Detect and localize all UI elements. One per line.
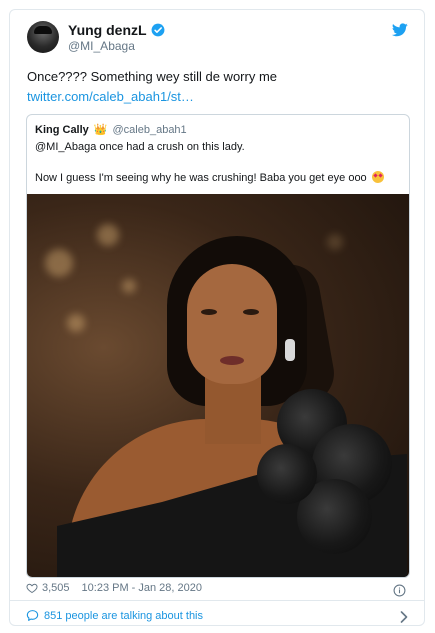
like-count[interactable]: 3,505 (42, 582, 70, 594)
speech-bubble-icon (26, 610, 39, 621)
verified-icon (151, 23, 164, 37)
heart-icon[interactable] (26, 582, 38, 594)
quoted-text-line-2: Now I guess I'm seeing why he was crushi… (35, 171, 384, 184)
divider (10, 600, 424, 601)
crown-emoji: 👑 (93, 124, 108, 136)
star-struck-emoji (371, 171, 384, 183)
bokeh-light (67, 314, 85, 332)
quoted-tweet[interactable]: King Cally 👑 @caleb_abah1 @MI_Abaga once… (26, 114, 410, 578)
author-handle[interactable]: @MI_Abaga (68, 39, 135, 53)
lips (220, 356, 244, 365)
info-icon[interactable] (393, 584, 406, 597)
quoted-photo[interactable] (27, 194, 409, 577)
avatar[interactable] (27, 21, 59, 53)
dress-rosette (257, 444, 317, 504)
tweet-text: Once???? Something wey still de worry me (27, 69, 278, 84)
author-display-name[interactable]: Yung denzL (68, 22, 147, 38)
author-name-row[interactable]: Yung denzL (68, 22, 165, 38)
quoted-author-name: King Cally (35, 123, 89, 136)
quoted-text-line-1: @MI_Abaga once had a crush on this lady. (35, 141, 245, 153)
bokeh-light (122, 279, 136, 293)
tweet-link[interactable]: twitter.com/caleb_abah1/st… (27, 88, 194, 106)
bokeh-light (97, 224, 119, 246)
face (187, 264, 277, 384)
bokeh-light (327, 234, 343, 250)
conversation-link[interactable]: 851 people are talking about this (26, 609, 203, 622)
bokeh-light (45, 249, 73, 277)
quoted-author-handle: @caleb_abah1 (112, 123, 187, 136)
chevron-right-icon[interactable] (400, 611, 408, 623)
twitter-bird-icon[interactable] (392, 23, 408, 37)
timestamp[interactable]: 10:23 PM - Jan 28, 2020 (82, 582, 202, 594)
quoted-author-row: King Cally 👑 @caleb_abah1 (35, 123, 187, 137)
earring (285, 339, 295, 361)
eye-left (201, 309, 217, 315)
tweet-footer: 3,505 10:23 PM - Jan 28, 2020 (26, 582, 202, 594)
neck (205, 374, 261, 444)
quoted-text-line-2-text: Now I guess I'm seeing why he was crushi… (35, 172, 367, 184)
conversation-text[interactable]: 851 people are talking about this (44, 610, 203, 622)
embedded-tweet-card[interactable]: Yung denzL @MI_Abaga Once???? Something … (9, 9, 425, 626)
eye-right (243, 309, 259, 315)
